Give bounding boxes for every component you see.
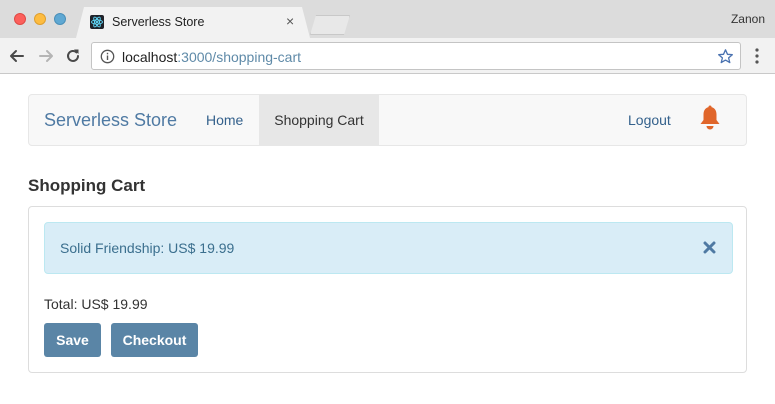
window-close-button[interactable] bbox=[14, 13, 26, 25]
star-icon[interactable] bbox=[717, 48, 734, 65]
nav-item-home[interactable]: Home bbox=[192, 95, 257, 145]
back-arrow-icon[interactable] bbox=[7, 46, 27, 66]
new-tab-button[interactable] bbox=[310, 15, 350, 35]
window-maximize-button[interactable] bbox=[54, 13, 66, 25]
url-text: localhost:3000/shopping-cart bbox=[122, 49, 301, 65]
logout-link[interactable]: Logout bbox=[614, 95, 685, 145]
menu-icon[interactable] bbox=[754, 47, 760, 65]
brand-link[interactable]: Serverless Store bbox=[44, 110, 177, 131]
bell-icon[interactable] bbox=[698, 105, 722, 131]
app-navbar: Serverless Store Home Shopping Cart Logo… bbox=[28, 94, 747, 146]
info-icon[interactable] bbox=[100, 49, 115, 64]
browser-titlebar: Serverless Store × Zanon bbox=[0, 0, 775, 38]
cart-item: Solid Friendship: US$ 19.99 bbox=[44, 222, 733, 274]
url-host: localhost bbox=[122, 49, 178, 65]
remove-item-icon[interactable] bbox=[703, 241, 716, 254]
reload-icon[interactable] bbox=[63, 46, 83, 66]
tab-title: Serverless Store bbox=[112, 15, 205, 29]
react-favicon-icon bbox=[90, 15, 104, 29]
cart-item-label: Solid Friendship: US$ 19.99 bbox=[60, 240, 235, 256]
browser-tab[interactable]: Serverless Store × bbox=[76, 7, 310, 38]
browser-toolbar: localhost:3000/shopping-cart bbox=[0, 38, 775, 74]
checkout-button[interactable]: Checkout bbox=[111, 323, 198, 357]
cart-panel: Solid Friendship: US$ 19.99 Total: US$ 1… bbox=[28, 206, 747, 373]
forward-arrow-icon[interactable] bbox=[36, 46, 56, 66]
url-path: :3000/shopping-cart bbox=[177, 49, 302, 65]
cart-total: Total: US$ 19.99 bbox=[44, 296, 148, 312]
address-bar[interactable]: localhost:3000/shopping-cart bbox=[91, 42, 741, 70]
nav-item-shopping-cart[interactable]: Shopping Cart bbox=[259, 95, 379, 145]
tab-close-icon[interactable]: × bbox=[286, 14, 294, 28]
page-title: Shopping Cart bbox=[28, 176, 146, 195]
save-button[interactable]: Save bbox=[44, 323, 101, 357]
profile-name[interactable]: Zanon bbox=[731, 12, 765, 26]
window-minimize-button[interactable] bbox=[34, 13, 46, 25]
